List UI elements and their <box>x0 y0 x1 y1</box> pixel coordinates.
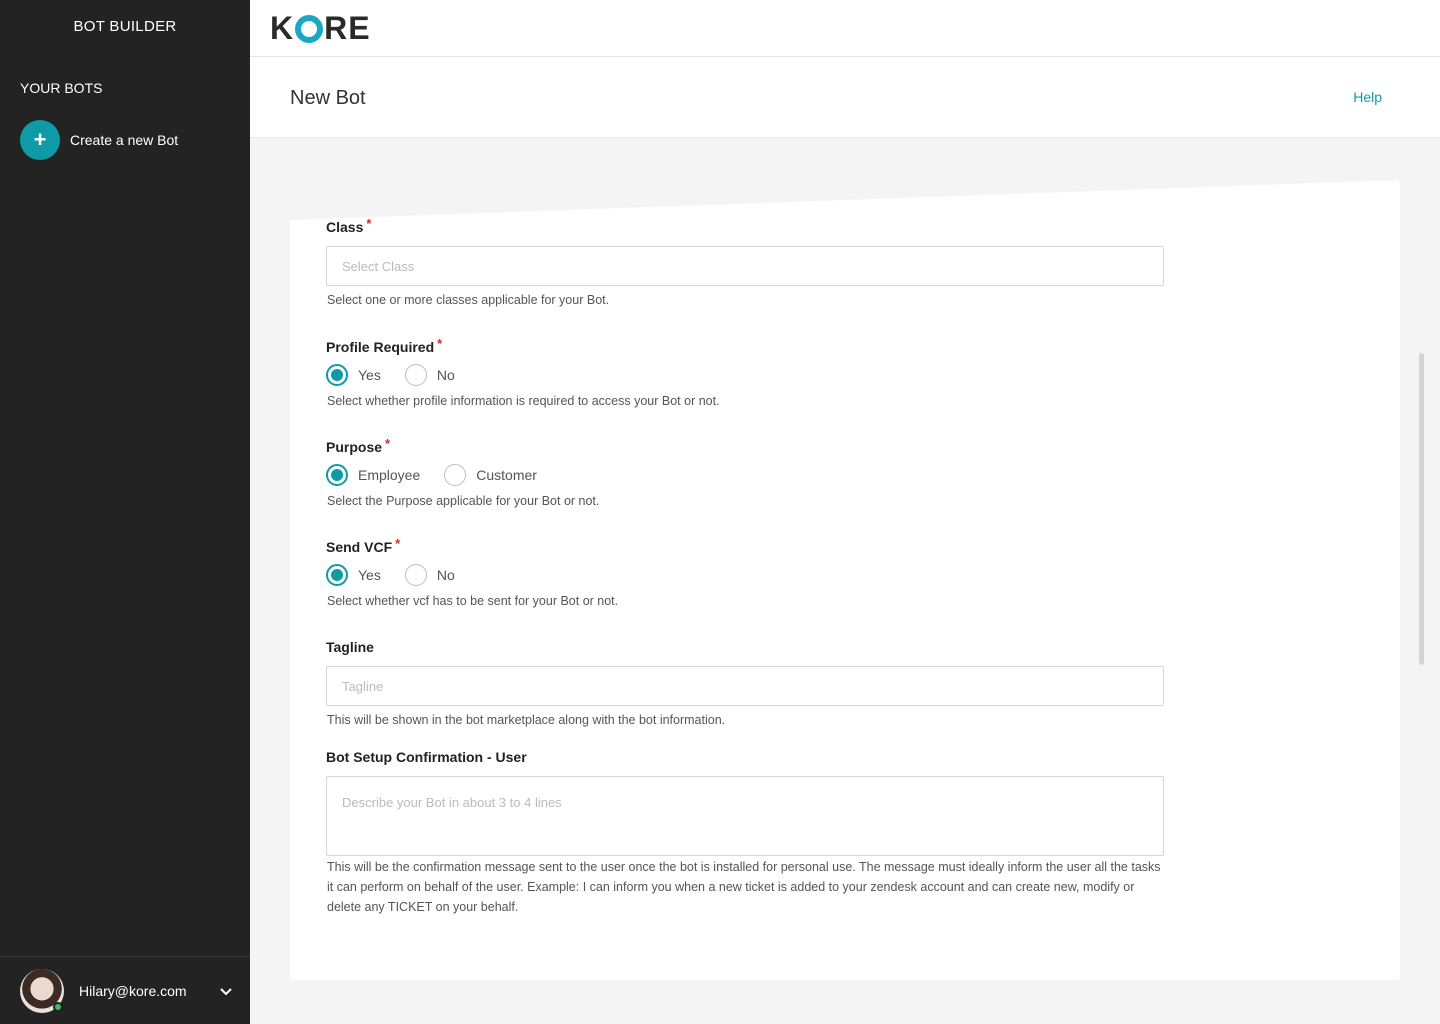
profile-required-label: Profile Required * <box>326 336 443 355</box>
profile-required-hint: Select whether profile information is re… <box>327 394 720 408</box>
logo-letters-re: RE <box>324 10 371 46</box>
confirmation-textarea[interactable] <box>326 776 1164 856</box>
profile-required-label-text: Profile Required <box>326 339 435 355</box>
create-bot-button[interactable]: + Create a new Bot <box>20 120 178 160</box>
class-label-text: Class <box>326 219 364 235</box>
kore-logo: K RE <box>270 10 371 47</box>
page-header: New Bot Help <box>250 57 1440 138</box>
top-bar: K RE <box>250 0 1440 57</box>
send-vcf-label-text: Send VCF <box>326 539 393 555</box>
purpose-radio-group: Employee Customer <box>326 464 561 486</box>
send-vcf-yes-radio[interactable] <box>326 564 348 586</box>
required-marker: * <box>437 336 443 351</box>
radio-label[interactable]: No <box>437 367 455 383</box>
radio-label[interactable]: No <box>437 567 455 583</box>
create-bot-label[interactable]: Create a new Bot <box>70 132 178 148</box>
required-marker: * <box>395 536 401 551</box>
purpose-label-text: Purpose <box>326 439 383 455</box>
sidebar: BOT BUILDER YOUR BOTS + Create a new Bot… <box>0 0 250 1024</box>
send-vcf-radio-group: Yes No <box>326 564 479 586</box>
purpose-employee-radio[interactable] <box>326 464 348 486</box>
send-vcf-label: Send VCF * <box>326 536 401 555</box>
radio-label[interactable]: Employee <box>358 467 420 483</box>
required-marker: * <box>385 436 391 451</box>
required-marker: * <box>366 216 372 231</box>
chevron-down-icon[interactable] <box>220 983 232 999</box>
user-menu[interactable]: Hilary@kore.com <box>0 956 250 1024</box>
radio-label[interactable]: Yes <box>358 367 381 383</box>
avatar[interactable] <box>20 968 64 1013</box>
page-title: New Bot <box>290 87 366 109</box>
logo-o-icon <box>295 14 324 43</box>
profile-required-radio-group: Yes No <box>326 364 479 386</box>
sidebar-title: BOT BUILDER <box>73 18 177 35</box>
class-hint: Select one or more classes applicable fo… <box>327 293 610 307</box>
user-email[interactable]: Hilary@kore.com <box>79 983 220 999</box>
help-link[interactable]: Help <box>1353 89 1382 105</box>
scrollbar-thumb[interactable] <box>1419 353 1424 665</box>
confirmation-label: Bot Setup Confirmation - User <box>326 749 527 765</box>
tagline-input[interactable] <box>326 666 1164 706</box>
online-status-icon <box>53 1001 63 1012</box>
tagline-hint: This will be shown in the bot marketplac… <box>327 713 726 727</box>
your-bots-heading: YOUR BOTS <box>20 80 103 96</box>
logo-letter-k: K <box>270 10 295 46</box>
tagline-label: Tagline <box>326 639 374 655</box>
profile-required-yes-radio[interactable] <box>326 364 348 386</box>
confirmation-hint: This will be the confirmation message se… <box>327 860 1161 914</box>
radio-label[interactable]: Yes <box>358 567 381 583</box>
send-vcf-hint: Select whether vcf has to be sent for yo… <box>327 594 619 608</box>
purpose-label: Purpose * <box>326 436 391 455</box>
class-label: Class * <box>326 216 372 235</box>
plus-icon[interactable]: + <box>20 120 60 160</box>
purpose-hint: Select the Purpose applicable for your B… <box>327 494 600 508</box>
send-vcf-no-radio[interactable] <box>404 564 427 586</box>
profile-required-no-radio[interactable] <box>404 364 427 386</box>
class-select[interactable] <box>326 246 1164 286</box>
radio-label[interactable]: Customer <box>476 467 537 483</box>
purpose-customer-radio[interactable] <box>444 464 467 486</box>
